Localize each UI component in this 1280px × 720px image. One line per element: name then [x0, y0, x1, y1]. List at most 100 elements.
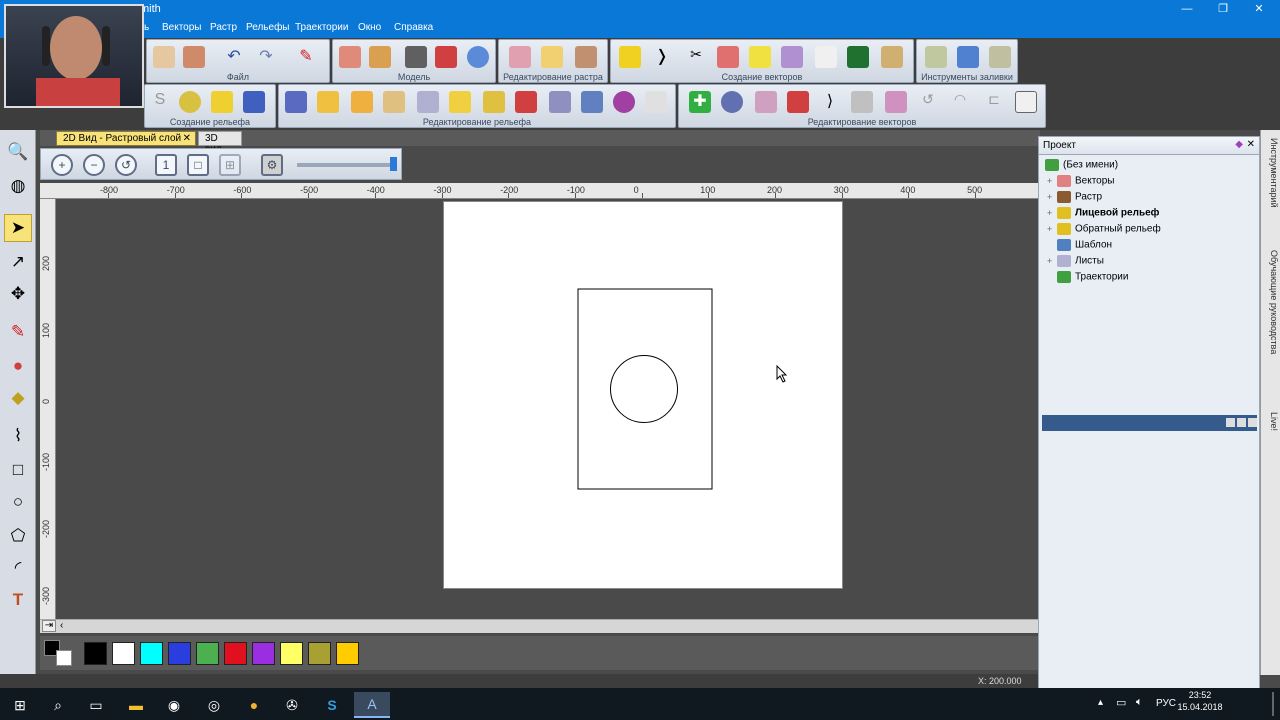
vector-edit-transform-icon[interactable] [1015, 91, 1037, 113]
zoom-in-icon[interactable]: + [51, 154, 73, 176]
chrome-icon[interactable]: ● [236, 692, 272, 718]
arc-tool-icon[interactable]: ◜ [4, 554, 32, 582]
relief-edit-eraser-icon[interactable] [645, 91, 667, 113]
raster-brush-icon[interactable] [575, 46, 597, 68]
tab-2d-view[interactable]: 2D Вид - Растровый слой ✕ [56, 131, 196, 146]
palette-swatch[interactable] [112, 642, 135, 665]
maximize-button[interactable]: ❐ [1206, 1, 1240, 17]
vector-edit-fillet-icon[interactable] [851, 91, 873, 113]
view-settings-icon[interactable]: ⚙ [261, 154, 283, 176]
project-tree-item[interactable]: + Лицевой рельеф [1047, 207, 1159, 219]
relief-edit-shape-icon[interactable] [285, 91, 307, 113]
panel-dropdown-icon[interactable] [1237, 418, 1246, 427]
skype-icon[interactable]: S [314, 692, 350, 718]
open-file-icon[interactable] [183, 46, 205, 68]
text-tool-icon[interactable]: T [4, 586, 32, 614]
vector-rectangle[interactable] [577, 288, 713, 490]
search-icon[interactable]: ⌕ [40, 692, 76, 718]
fill-pattern-icon[interactable] [925, 46, 947, 68]
palette-swatch[interactable] [84, 642, 107, 665]
vector-edit-weld-icon[interactable] [721, 91, 743, 113]
pin-icon[interactable]: ◆ [1235, 139, 1243, 150]
polygon-tool-icon[interactable]: ⬠ [4, 522, 32, 550]
project-tree-item[interactable]: + Растр [1047, 191, 1102, 203]
edit-pencil-icon[interactable]: ✎ [295, 46, 317, 68]
project-tree-item[interactable]: Шаблон [1047, 239, 1112, 251]
close-button[interactable]: ✕ [1242, 1, 1276, 17]
project-tree-item[interactable]: (Без имени) [1045, 159, 1118, 171]
expand-icon[interactable]: + [1047, 176, 1057, 186]
panel-menu-icon[interactable] [1226, 418, 1235, 427]
model-bear-icon[interactable] [339, 46, 361, 68]
tray-up-icon[interactable]: ▴ [1098, 697, 1103, 708]
obs-icon[interactable]: ◎ [196, 692, 232, 718]
palette-swatch[interactable] [308, 642, 331, 665]
vector-edit-arc-icon[interactable]: ◠ [949, 91, 971, 113]
select-arrow-icon[interactable]: ➤ [4, 214, 32, 242]
palette-swatch[interactable] [336, 642, 359, 665]
side-tab-tutorials[interactable]: Обучающие руководства [1263, 250, 1279, 354]
node-edit-icon[interactable]: ↗ [4, 248, 32, 276]
menu-item-file-partial[interactable]: ь [144, 22, 149, 33]
vector-edit-loop-icon[interactable]: ↺ [917, 91, 939, 113]
start-windows-icon[interactable]: ⊞ [2, 692, 38, 718]
expand-icon[interactable]: + [1047, 192, 1057, 202]
relief-edit-arch-icon[interactable] [483, 91, 505, 113]
paint-icon[interactable]: ● [4, 352, 32, 380]
raster-paint-icon[interactable] [509, 46, 531, 68]
vector-star-icon[interactable] [619, 46, 641, 68]
circle-tool-icon[interactable]: ○ [4, 488, 32, 516]
zoom-out-icon[interactable]: − [83, 154, 105, 176]
clock[interactable]: 23:52 15.04.2018 [1170, 690, 1230, 712]
zoom-slider-track[interactable] [297, 163, 393, 167]
palette-swatch[interactable] [280, 642, 303, 665]
relief-edit-mushroom-icon[interactable] [515, 91, 537, 113]
expand-icon[interactable]: + [1047, 256, 1057, 266]
redo-icon[interactable]: ↷ [255, 46, 277, 68]
vector-arc-icon[interactable]: ❭ [651, 46, 673, 68]
relief-edit-offset-icon[interactable] [417, 91, 439, 113]
scroll-left-icon[interactable]: ‹ [60, 620, 63, 631]
panel-close-icon[interactable]: ✕ [1247, 139, 1255, 150]
fill-dots-icon[interactable] [989, 46, 1011, 68]
new-file-icon[interactable] [153, 46, 175, 68]
expand-icon[interactable]: + [1047, 224, 1057, 234]
zoom-all-icon[interactable]: ⊞ [219, 154, 241, 176]
palette-swatch[interactable] [224, 642, 247, 665]
artcam-icon[interactable]: A [354, 692, 390, 718]
vector-draw-icon[interactable] [717, 46, 739, 68]
zoom-slider-thumb[interactable] [390, 157, 397, 171]
fill-wave-icon[interactable] [957, 46, 979, 68]
menu-item-window[interactable]: Окно [358, 22, 381, 33]
palette-swatch[interactable] [140, 642, 163, 665]
vector-edit-mirror-icon[interactable] [755, 91, 777, 113]
volume-icon[interactable]: 🔈︎ [1136, 696, 1143, 709]
vector-circle[interactable] [610, 355, 678, 423]
ruler-toggle-icon[interactable]: ⇥ [42, 620, 56, 632]
relief-edit-sculpt-icon[interactable] [317, 91, 339, 113]
rectangle-tool-icon[interactable]: □ [4, 456, 32, 484]
relief-plane-icon[interactable] [211, 91, 233, 113]
relief-import-icon[interactable] [243, 91, 265, 113]
zoom-previous-icon[interactable]: ↺ [115, 154, 137, 176]
vector-edit-trim-icon[interactable]: ⟩ [819, 91, 841, 113]
project-tree-item[interactable]: Траектории [1047, 271, 1128, 283]
relief-s-icon[interactable]: S [149, 91, 171, 113]
menu-item-raster[interactable]: Растр [210, 22, 237, 33]
minimize-button[interactable]: — [1170, 1, 1204, 17]
relief-edit-tilt-icon[interactable] [449, 91, 471, 113]
panel-minimize-icon[interactable] [1248, 418, 1257, 427]
show-desktop-button[interactable] [1272, 692, 1274, 716]
fill-bucket-icon[interactable]: ◆ [4, 384, 32, 412]
background-color-swatch[interactable] [56, 650, 72, 666]
vector-text-icon[interactable] [847, 46, 869, 68]
relief-edit-distort-icon[interactable] [549, 91, 571, 113]
pencil-icon[interactable]: ✎ [4, 318, 32, 346]
network-icon[interactable]: ▭ [1116, 696, 1126, 709]
transform-icon[interactable]: ✥ [4, 280, 32, 308]
side-tab-live[interactable]: Live! [1263, 412, 1279, 431]
model-teddy-icon[interactable] [369, 46, 391, 68]
zoom-window-icon[interactable]: 🔍 [4, 138, 32, 166]
vector-shape-icon[interactable] [749, 46, 771, 68]
model-red-icon[interactable] [435, 46, 457, 68]
